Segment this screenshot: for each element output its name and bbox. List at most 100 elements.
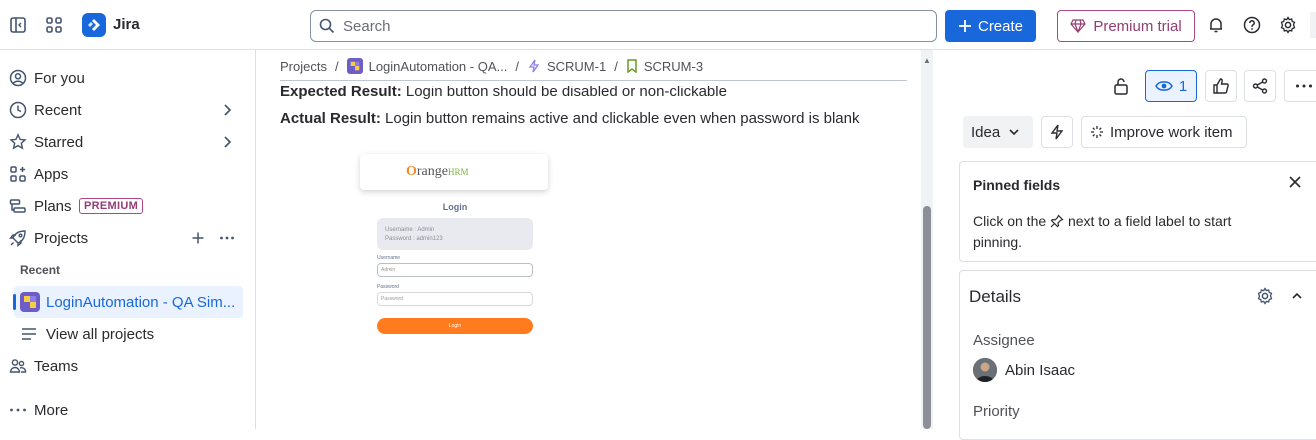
priority-label: Priority	[973, 403, 1020, 420]
sidebar-item-apps[interactable]: Apps	[0, 158, 256, 190]
orangehrm-header: OrangeHRM	[360, 154, 548, 190]
automation-button[interactable]	[1041, 116, 1073, 148]
app-name[interactable]: Jira	[113, 16, 140, 33]
issue-details-panel: 1 Idea Improve work item Pinned fields C…	[937, 50, 1316, 440]
issue-type-label: Idea	[971, 123, 1001, 141]
login-button: Login	[377, 318, 533, 334]
details-card: Details Assignee Abin Isaac Priority	[959, 270, 1316, 440]
avatar-edge[interactable]	[1310, 12, 1316, 38]
plans-icon	[9, 197, 27, 215]
user-circle-icon	[9, 69, 27, 87]
top-navigation: Jira Search Create Premium trial	[0, 0, 1316, 50]
premium-trial-button[interactable]: Premium trial	[1057, 10, 1195, 42]
breadcrumb-separator: /	[515, 58, 519, 74]
breadcrumb-epic[interactable]: SCRUM-1	[527, 59, 606, 74]
more-dots-icon	[1296, 84, 1312, 88]
jira-logo[interactable]	[82, 13, 106, 37]
sidebar-item-label: Plans	[34, 197, 72, 215]
more-actions-button[interactable]	[1284, 70, 1316, 102]
sidebar-item-label: Apps	[34, 165, 69, 183]
notifications-bell-icon[interactable]	[1204, 13, 1228, 37]
search-placeholder: Search	[343, 17, 391, 35]
like-button[interactable]	[1205, 70, 1237, 102]
sidebar-item-recent[interactable]: Recent	[0, 94, 256, 126]
sidebar-item-teams[interactable]: Teams	[0, 350, 256, 382]
pinned-fields-title: Pinned fields	[973, 177, 1061, 193]
attachment-screenshot[interactable]: OrangeHRM Login Username : Admin Passwor…	[360, 150, 550, 340]
apps-icon	[9, 165, 27, 183]
lock-icon[interactable]	[1105, 70, 1137, 102]
clock-icon	[9, 101, 27, 119]
breadcrumb-projects[interactable]: Projects	[280, 59, 327, 74]
expected-label: Expected Result:	[280, 86, 402, 100]
breadcrumb: Projects / LoginAutomation - QA... / SCR…	[280, 58, 703, 74]
bookmark-icon	[627, 59, 637, 73]
issue-content: Projects / LoginAutomation - QA... / SCR…	[256, 50, 936, 429]
chevron-right-icon[interactable]	[220, 135, 234, 149]
settings-gear-icon[interactable]	[1276, 13, 1300, 37]
more-dots-icon	[9, 401, 27, 419]
sidebar-item-projects[interactable]: Projects	[0, 222, 256, 254]
avatar	[973, 358, 997, 382]
sparkle-icon	[1091, 126, 1103, 138]
star-icon	[9, 133, 27, 151]
breadcrumb-epic-label: SCRUM-1	[546, 58, 607, 74]
issue-type-dropdown[interactable]: Idea	[963, 116, 1033, 148]
breadcrumb-project-label: LoginAutomation - QA...	[368, 58, 508, 74]
share-button[interactable]	[1244, 70, 1276, 102]
watch-button[interactable]: 1	[1145, 70, 1197, 102]
sidebar-item-label: Projects	[34, 229, 89, 247]
scrollbar-thumb[interactable]	[923, 206, 931, 429]
lightning-icon	[1050, 124, 1064, 140]
lightning-icon	[528, 59, 540, 73]
help-icon[interactable]	[1240, 13, 1264, 37]
details-title: Details	[969, 287, 1021, 306]
sidebar-item-plans[interactable]: Plans PREMIUM	[0, 190, 256, 222]
sidebar-item-more[interactable]: More	[0, 394, 256, 426]
expected-result-line: Expected Result: Login button should be …	[280, 86, 727, 100]
scroll-up-arrow-icon[interactable]: ▲	[923, 56, 931, 65]
list-icon	[20, 325, 38, 343]
improve-label: Improve work item	[1110, 123, 1233, 141]
sidebar-item-for-you[interactable]: For you	[0, 62, 256, 94]
chevron-up-icon[interactable]	[1291, 290, 1303, 302]
pinned-fields-hint: Click on the next to a field label to st…	[973, 213, 1232, 250]
view-all-label: View all projects	[46, 325, 155, 343]
pinned-fields-card: Pinned fields Click on the next to a fie…	[959, 161, 1316, 262]
search-input[interactable]: Search	[310, 10, 937, 42]
close-icon[interactable]	[1288, 175, 1302, 189]
actual-label: Actual Result:	[280, 110, 381, 127]
details-settings-gear-icon[interactable]	[1256, 287, 1274, 305]
breadcrumb-issue[interactable]: SCRUM-3	[626, 59, 703, 74]
actual-result-line: Actual Result: Login button remains acti…	[280, 110, 859, 127]
assignee-name[interactable]: Abin Isaac	[1005, 362, 1075, 379]
breadcrumb-separator: /	[614, 58, 618, 74]
projects-more-icon[interactable]	[219, 231, 235, 245]
sidebar-toggle-icon[interactable]	[6, 13, 30, 37]
premium-label: Premium trial	[1093, 17, 1182, 35]
pin-icon	[1050, 214, 1064, 228]
sidebar-item-label: Teams	[34, 357, 79, 375]
sidebar-item-label: More	[34, 401, 69, 419]
breadcrumb-project[interactable]: LoginAutomation - QA...	[346, 58, 508, 74]
sidebar-item-starred[interactable]: Starred	[0, 126, 256, 158]
app-switcher-icon[interactable]	[42, 13, 66, 37]
project-avatar-icon	[346, 58, 363, 74]
watch-count: 1	[1178, 77, 1188, 95]
eye-icon	[1154, 81, 1173, 91]
recent-project-label: LoginAutomation - QA Sim...	[46, 294, 236, 311]
add-project-plus-icon[interactable]	[191, 231, 205, 245]
username-label: Username	[377, 255, 401, 261]
assignee-label: Assignee	[973, 332, 1035, 349]
login-title: Login	[442, 202, 468, 212]
create-button[interactable]: Create	[945, 10, 1036, 42]
breadcrumb-separator: /	[334, 58, 339, 74]
sidebar-item-label: For you	[34, 69, 85, 87]
selected-indicator	[13, 294, 16, 310]
view-all-projects[interactable]: View all projects	[0, 318, 256, 350]
recent-projects-header: Recent	[20, 263, 61, 277]
credentials-hint: Username : Admin Password : admin123	[377, 218, 533, 250]
chevron-right-icon[interactable]	[220, 103, 234, 117]
improve-work-item-button[interactable]: Improve work item	[1081, 116, 1247, 148]
diamond-icon	[1070, 19, 1087, 33]
